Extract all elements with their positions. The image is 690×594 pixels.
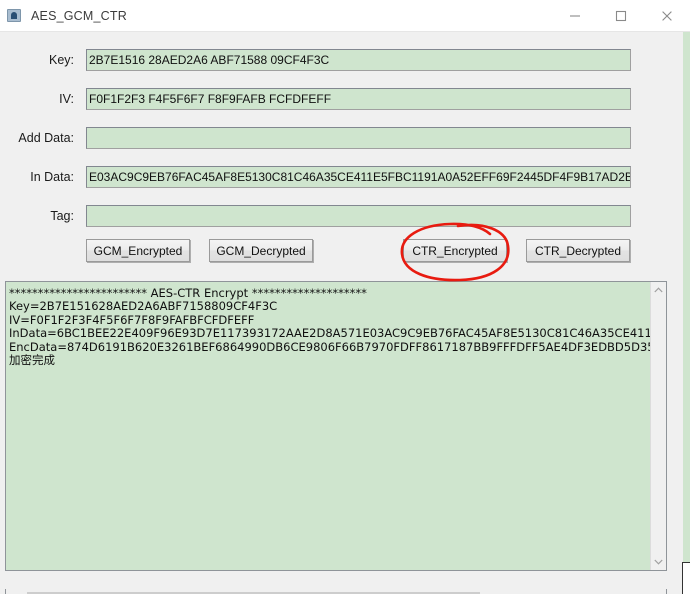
scroll-up-button[interactable]	[651, 282, 666, 298]
window-right-edge	[683, 32, 690, 562]
ctr-encrypted-button[interactable]: CTR_Encrypted	[403, 239, 507, 262]
in-data-input[interactable]: E03AC9C9EB76FAC45AF8E5130C81C46A35CE411E…	[86, 166, 631, 188]
add-data-input[interactable]	[86, 127, 631, 149]
application-window: AES_GCM_CTR Key: 2B7E1516 28AED2A6 ABF71…	[0, 0, 690, 594]
iv-input-value: F0F1F2F3 F4F5F6F7 F8F9FAFB FCFDFEFF	[89, 92, 332, 106]
title-bar: AES_GCM_CTR	[0, 0, 690, 31]
scroll-left-button[interactable]	[6, 590, 27, 594]
iv-input[interactable]: F0F1F2F3 F4F5F6F7 F8F9FAFB FCFDFEFF	[86, 88, 631, 110]
gcm-encrypted-button[interactable]: GCM_Encrypted	[86, 239, 190, 262]
in-data-input-value: E03AC9C9EB76FAC45AF8E5130C81C46A35CE411E…	[89, 170, 630, 184]
maximize-button[interactable]	[598, 0, 644, 31]
scroll-down-button[interactable]	[651, 554, 666, 570]
output-log-panel[interactable]: ************************ AES-CTR Encrypt…	[5, 281, 667, 571]
gcm-decrypted-button[interactable]: GCM_Decrypted	[209, 239, 313, 262]
minimize-button[interactable]	[552, 0, 598, 31]
window-controls	[552, 0, 690, 31]
close-button[interactable]	[644, 0, 690, 31]
chevron-up-icon	[654, 287, 663, 293]
window-title: AES_GCM_CTR	[31, 8, 127, 23]
field-label-add-data: Add Data:	[18, 131, 74, 145]
tag-input[interactable]	[86, 205, 631, 227]
field-label-iv: IV:	[59, 92, 74, 106]
client-area: Key: 2B7E1516 28AED2A6 ABF71588 09CF4F3C…	[0, 32, 690, 594]
ctr-decrypted-button[interactable]: CTR_Decrypted	[526, 239, 630, 262]
window-resize-grip	[682, 562, 690, 594]
minimize-icon	[570, 14, 580, 17]
key-input-value: 2B7E1516 28AED2A6 ABF71588 09CF4F3C	[89, 53, 330, 67]
output-log-text: ************************ AES-CTR Encrypt…	[9, 286, 666, 368]
chevron-down-icon	[654, 559, 663, 565]
app-icon	[7, 8, 23, 24]
field-label-tag: Tag:	[50, 209, 74, 223]
log-vertical-scrollbar[interactable]	[650, 282, 666, 570]
key-input[interactable]: 2B7E1516 28AED2A6 ABF71588 09CF4F3C	[86, 49, 631, 71]
field-label-in-data: In Data:	[30, 170, 74, 184]
maximize-icon	[615, 10, 627, 21]
close-icon	[662, 10, 672, 21]
field-label-key: Key:	[48, 53, 74, 67]
